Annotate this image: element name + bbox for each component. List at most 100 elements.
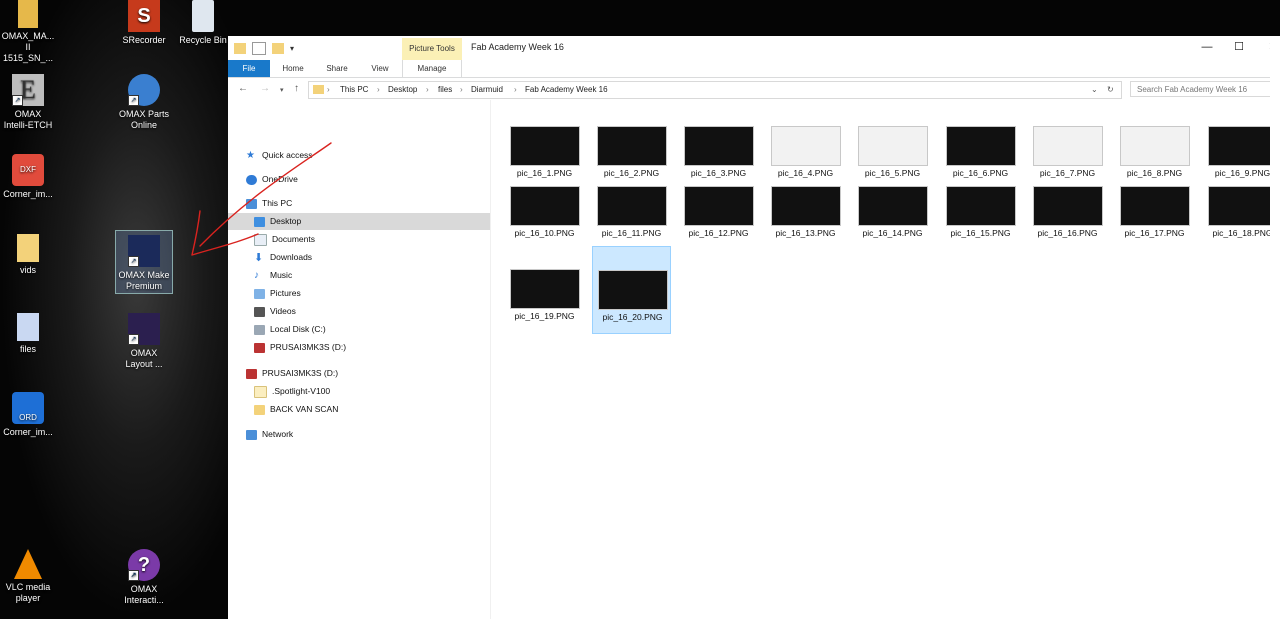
desktop-icon-corner-im-dxf[interactable]: DXF Corner_im... <box>0 154 56 200</box>
desktop-icon-recycle-bin[interactable]: Recycle Bin <box>175 0 231 46</box>
file-thumbnail[interactable]: pic_16_19.PNG <box>505 252 584 338</box>
desktop-icon-files[interactable]: files <box>0 313 56 355</box>
forward-arrow-icon[interactable]: → <box>260 83 270 94</box>
nav-back-van-scan-folder[interactable]: BACK VAN SCAN <box>254 401 338 418</box>
nav-music[interactable]: ♪ Music <box>254 267 292 284</box>
nav-spotlight-folder[interactable]: .Spotlight-V100 <box>254 383 330 400</box>
nav-label: BACK VAN SCAN <box>270 404 339 414</box>
breadcrumb-diarmuid[interactable]: Diarmuid <box>471 82 503 98</box>
desktop-icon-label: Corner_im... <box>3 427 53 437</box>
vertical-scrollbar[interactable] <box>1270 36 1280 619</box>
refresh-icon[interactable]: ↻ <box>1107 82 1114 98</box>
recent-chevron-icon[interactable]: ▾ <box>280 86 284 94</box>
up-arrow-icon[interactable]: ↑ <box>294 83 299 94</box>
breadcrumb-separator: › <box>514 85 517 94</box>
nav-videos[interactable]: Videos <box>254 303 296 320</box>
minimize-button[interactable]: — <box>1190 36 1224 58</box>
file-name: pic_16_13.PNG <box>775 228 836 238</box>
file-thumbnail[interactable]: pic_16_14.PNG <box>853 169 932 255</box>
breadcrumb-separator: › <box>377 85 380 94</box>
desktop-icon-srecorder[interactable]: S SRecorder <box>116 0 172 46</box>
chevron-down-icon[interactable]: ▾ <box>290 43 298 54</box>
file-name: pic_16_15.PNG <box>950 228 1011 238</box>
image-preview <box>1120 186 1190 226</box>
desktop-icon-vids[interactable]: vids <box>0 234 56 276</box>
address-bar[interactable]: › This PC › Desktop › files › Diarmuid ›… <box>308 81 1122 99</box>
back-arrow-icon[interactable]: ← <box>238 83 248 94</box>
desktop-icon-vlc[interactable]: VLC media player <box>0 549 56 604</box>
tab-file[interactable]: File <box>228 60 270 77</box>
image-preview <box>1120 126 1190 166</box>
nav-documents[interactable]: Documents <box>254 231 315 248</box>
file-name: pic_16_14.PNG <box>862 228 923 238</box>
breadcrumb-files[interactable]: files <box>438 82 452 98</box>
file-name: pic_16_19.PNG <box>514 311 575 321</box>
omax-make-icon: ↗ <box>128 235 160 267</box>
zip-file-icon <box>18 0 38 28</box>
tab-share[interactable]: Share <box>320 60 354 77</box>
image-preview <box>771 186 841 226</box>
desktop-icon-omax-ma-file[interactable]: OMAX_MA... II 1515_SN_... <box>0 0 56 64</box>
nav-local-disk[interactable]: Local Disk (C:) <box>254 321 326 338</box>
file-thumbnail[interactable]: pic_16_11.PNG <box>592 169 671 255</box>
tab-manage[interactable]: Manage <box>402 60 462 77</box>
nav-desktop[interactable]: Desktop <box>228 213 490 230</box>
desktop-icon-label: Recycle Bin <box>179 35 227 45</box>
breadcrumb-this-pc[interactable]: This PC <box>340 82 368 98</box>
image-preview <box>1033 186 1103 226</box>
desktop-icon-omax-intelli-etch[interactable]: E ↗ OMAX Intelli-ETCH <box>0 74 56 131</box>
desktop-icon-label: files <box>19 344 36 354</box>
file-thumbnail[interactable]: pic_16_15.PNG <box>941 169 1020 255</box>
help-question-icon: ? ↗ <box>128 549 160 581</box>
cloud-icon <box>246 174 257 185</box>
file-thumbnail[interactable]: pic_16_13.PNG <box>766 169 845 255</box>
file-thumbnail[interactable]: pic_16_18.PNG <box>1203 169 1280 255</box>
nav-prusa-drive[interactable]: PRUSAI3MK3S (D:) <box>254 339 346 356</box>
file-thumbnail[interactable]: pic_16_12.PNG <box>679 169 758 255</box>
tab-home[interactable]: Home <box>276 60 310 77</box>
nav-label: Desktop <box>270 216 302 226</box>
desktop-icon-omax-layout[interactable]: ↗ OMAX Layout ... <box>116 313 172 370</box>
nav-pictures[interactable]: Pictures <box>254 285 301 302</box>
breadcrumb-desktop[interactable]: Desktop <box>388 82 417 98</box>
omax-layout-icon: ↗ <box>128 313 160 345</box>
file-name: pic_16_12.PNG <box>688 228 749 238</box>
nav-label: PRUSAI3MK3S (D:) <box>262 368 339 378</box>
nav-label: This PC <box>262 198 293 208</box>
desktop-icon-omax-make-premium[interactable]: ↗ OMAX Make Premium <box>115 230 173 294</box>
nav-downloads[interactable]: ⬇ Downloads <box>254 249 312 266</box>
desktop-icon-label: OMAX Make Premium <box>118 270 170 291</box>
maximize-button[interactable]: ☐ <box>1222 36 1256 58</box>
desktop-icon-omax-parts-online[interactable]: ↗ OMAX Parts Online <box>116 74 172 131</box>
file-name: pic_16_16.PNG <box>1037 228 1098 238</box>
file-list: pic_16_1.PNG pic_16_2.PNG pic_16_3.PNG pic_… <box>491 100 1280 619</box>
desktop-icon-corner-im-ord[interactable]: ORD Corner_im... <box>0 392 56 438</box>
nav-onedrive[interactable]: OneDrive <box>246 171 298 188</box>
image-preview <box>597 186 667 226</box>
properties-icon[interactable] <box>252 42 266 55</box>
nav-label: Network <box>262 429 294 439</box>
nav-label: Local Disk (C:) <box>270 324 326 334</box>
file-thumbnail[interactable]: pic_16_20.PNG <box>592 246 671 334</box>
desktop-icon-omax-interactive[interactable]: ? ↗ OMAX Interacti... <box>116 549 172 606</box>
desktop: OMAX_MA... II 1515_SN_... S SRecorder Re… <box>0 0 228 619</box>
desktop-icon <box>254 216 265 227</box>
nav-quick-access[interactable]: ★ Quick access <box>246 147 313 164</box>
nav-this-pc[interactable]: This PC <box>246 195 292 212</box>
videos-icon <box>254 306 265 317</box>
desktop-icon-label: VLC media player <box>5 582 51 603</box>
file-name: pic_16_17.PNG <box>1124 228 1185 238</box>
search-input[interactable]: Search Fab Academy Week 16 <box>1130 81 1278 97</box>
new-folder-icon[interactable] <box>272 43 284 54</box>
tab-view[interactable]: View <box>364 60 396 77</box>
file-thumbnail[interactable]: pic_16_17.PNG <box>1115 169 1194 255</box>
file-thumbnail[interactable]: pic_16_10.PNG <box>505 169 584 255</box>
breadcrumb-current[interactable]: Fab Academy Week 16 <box>525 82 608 98</box>
dxf-badge: DXF <box>20 165 36 174</box>
file-thumbnail[interactable]: pic_16_16.PNG <box>1028 169 1107 255</box>
nav-prusa-drive-root[interactable]: PRUSAI3MK3S (D:) <box>246 365 338 382</box>
nav-label: Pictures <box>270 288 301 298</box>
nav-network[interactable]: Network <box>246 426 293 443</box>
address-dropdown-icon[interactable]: ⌄ <box>1091 82 1098 98</box>
image-preview <box>1033 126 1103 166</box>
